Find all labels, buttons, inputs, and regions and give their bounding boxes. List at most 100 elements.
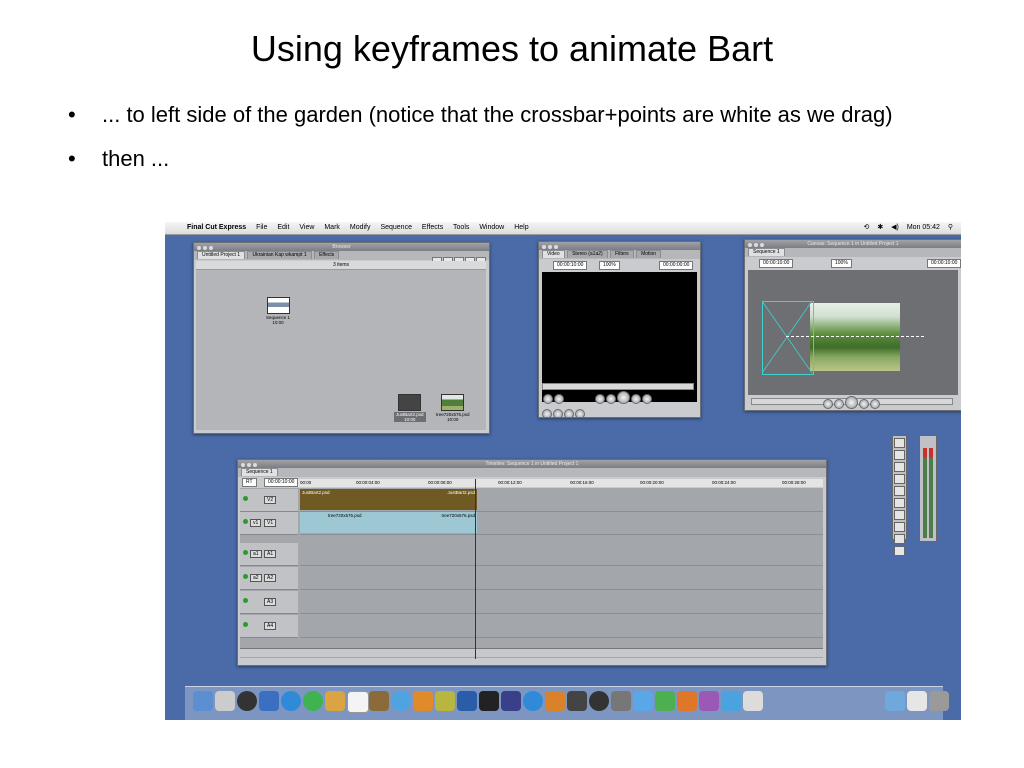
mark-button[interactable]: [553, 409, 563, 417]
app-icon[interactable]: [413, 691, 433, 711]
hand-tool-icon[interactable]: [894, 534, 905, 544]
iphoto-icon[interactable]: [369, 691, 389, 711]
trash-icon[interactable]: [929, 691, 949, 711]
track-lane-a3[interactable]: [300, 591, 823, 614]
itunes-icon[interactable]: [391, 691, 411, 711]
zoom-tool-icon[interactable]: [894, 510, 905, 520]
app-icon[interactable]: [435, 691, 455, 711]
canvas-current-timecode[interactable]: 00:00:10:00: [927, 259, 961, 268]
play-around-button[interactable]: [631, 394, 641, 404]
selection-tool-icon[interactable]: [894, 438, 905, 448]
next-edit-button[interactable]: [642, 394, 652, 404]
time-ruler[interactable]: 00:00 00:00:04:00 00:00:08:00 00:00:12:0…: [298, 479, 823, 487]
app-icon[interactable]: [699, 691, 719, 711]
crop-tool-icon[interactable]: [894, 522, 905, 532]
rt-menu[interactable]: RT: [242, 478, 257, 487]
track-audible-icon[interactable]: [243, 550, 248, 555]
app-icon[interactable]: [567, 691, 587, 711]
finder-icon[interactable]: [193, 691, 213, 711]
track-audible-icon[interactable]: [243, 598, 248, 603]
play-in-out-button[interactable]: [834, 399, 844, 409]
window-controls[interactable]: [748, 242, 766, 250]
menu-tools[interactable]: Tools: [453, 224, 469, 231]
track-lane-a4[interactable]: [300, 615, 823, 638]
app-icon[interactable]: [589, 691, 609, 711]
app-icon[interactable]: [215, 691, 235, 711]
menu-help[interactable]: Help: [514, 224, 528, 231]
menu-clock[interactable]: Mon 05:42: [907, 224, 940, 231]
play-around-button[interactable]: [859, 399, 869, 409]
browser-titlebar[interactable]: Browser: [194, 243, 489, 251]
track-select-tool-icon[interactable]: [894, 462, 905, 472]
track-lane-a2[interactable]: [300, 567, 823, 590]
viewer-scrubber[interactable]: [542, 383, 694, 390]
window-controls[interactable]: [542, 244, 560, 252]
viewer-zoom-select[interactable]: 100%: [599, 261, 620, 270]
tab-motion[interactable]: Motion: [636, 250, 662, 258]
volume-icon[interactable]: ◀): [891, 224, 899, 231]
timeline-scrollbar[interactable]: [240, 648, 823, 657]
canvas-zoom-select[interactable]: 100%: [831, 259, 852, 268]
excel-icon[interactable]: [655, 691, 675, 711]
jog-button[interactable]: [554, 394, 564, 404]
word-icon[interactable]: [633, 691, 653, 711]
tab-effects[interactable]: Effects: [314, 251, 340, 259]
app-icon[interactable]: [325, 691, 345, 711]
messenger-icon[interactable]: [721, 691, 741, 711]
timeline-timecode[interactable]: 00:00:10:00: [264, 478, 299, 487]
ichat-icon[interactable]: [303, 691, 323, 711]
mark-button[interactable]: [575, 409, 585, 417]
track-source[interactable]: a1: [250, 550, 262, 558]
track-audible-icon[interactable]: [243, 574, 248, 579]
track-label[interactable]: A1: [264, 550, 277, 558]
app-icon[interactable]: [237, 691, 257, 711]
razor-tool-icon[interactable]: [894, 498, 905, 508]
bluetooth-icon[interactable]: ✱: [877, 224, 883, 231]
viewer-current-timecode[interactable]: 00:00:00:00: [659, 261, 694, 270]
after-effects-icon[interactable]: [501, 691, 521, 711]
canvas-duration-field[interactable]: 00:00:10:00: [759, 259, 794, 268]
window-controls[interactable]: [197, 245, 215, 253]
prev-edit-button[interactable]: [823, 399, 833, 409]
clip-justbart[interactable]: JustBart2.psd JustBart2.psd: [300, 489, 477, 510]
viewer-duration-field[interactable]: 00:00:10:00: [553, 261, 588, 270]
folder-icon[interactable]: [885, 691, 905, 711]
mark-button[interactable]: [564, 409, 574, 417]
app-icon[interactable]: [743, 691, 763, 711]
menu-window[interactable]: Window: [479, 224, 504, 231]
timeline-playhead[interactable]: [475, 479, 476, 659]
track-audible-icon[interactable]: [243, 622, 248, 627]
motion-path[interactable]: [786, 336, 926, 337]
track-label[interactable]: A4: [264, 622, 277, 630]
menu-file[interactable]: File: [256, 224, 267, 231]
document-icon[interactable]: [907, 691, 927, 711]
clip-icon[interactable]: JustBart2.psd 10:00: [394, 394, 426, 422]
clip-icon[interactable]: tree720x576.psd 10:00: [436, 394, 470, 422]
canvas-video-area[interactable]: [748, 270, 958, 395]
play-button[interactable]: [845, 396, 858, 409]
prev-edit-button[interactable]: [595, 394, 605, 404]
ripple-tool-icon[interactable]: [894, 486, 905, 496]
app-icon[interactable]: [611, 691, 631, 711]
menu-effects[interactable]: Effects: [422, 224, 443, 231]
clip-tree[interactable]: tree720x576.psd tree720x576.psd: [300, 512, 477, 533]
menu-mark[interactable]: Mark: [324, 224, 340, 231]
sync-icon[interactable]: ⟲: [863, 224, 869, 231]
play-in-out-button[interactable]: [606, 394, 616, 404]
track-lane-a1[interactable]: [300, 543, 823, 566]
track-lane-v1[interactable]: tree720x576.psd tree720x576.psd: [300, 512, 823, 535]
viewer-titlebar[interactable]: [539, 242, 700, 250]
play-button[interactable]: [617, 391, 630, 404]
track-lane-v2[interactable]: JustBart2.psd JustBart2.psd: [300, 489, 823, 512]
timeline-titlebar[interactable]: Timeline: Sequence 1 in Untitled Project…: [238, 460, 826, 468]
photoshop-icon[interactable]: [457, 691, 477, 711]
final-cut-icon[interactable]: [479, 691, 499, 711]
track-label[interactable]: V1: [264, 519, 277, 527]
menu-edit[interactable]: Edit: [277, 224, 289, 231]
mark-button[interactable]: [542, 409, 552, 417]
tab-stereo[interactable]: Stereo (a1a2): [567, 250, 608, 258]
next-edit-button[interactable]: [870, 399, 880, 409]
track-visibility-icon[interactable]: [243, 519, 248, 524]
menu-modify[interactable]: Modify: [350, 224, 371, 231]
safari-icon[interactable]: [281, 691, 301, 711]
